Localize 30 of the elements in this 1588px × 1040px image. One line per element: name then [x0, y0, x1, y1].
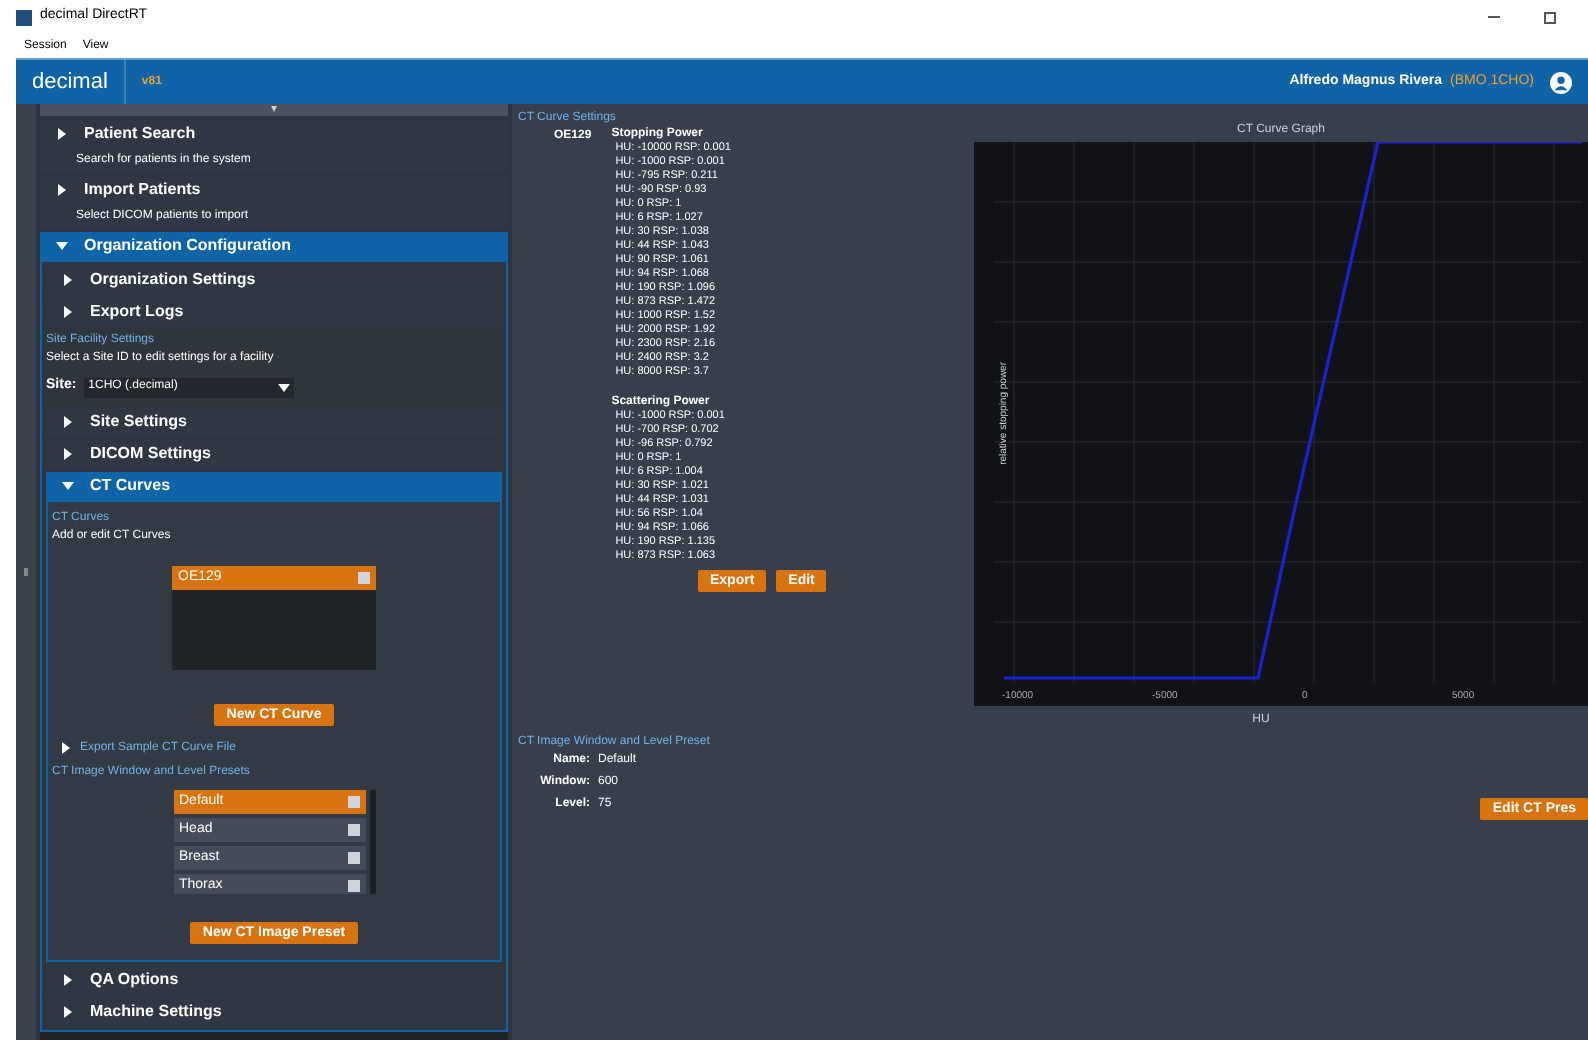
caret-right-icon [62, 447, 74, 460]
caret-right-icon [62, 306, 74, 319]
user-icon[interactable] [1550, 71, 1572, 93]
section-header[interactable]: QA Options [46, 965, 502, 994]
section-header[interactable]: Organization Settings [46, 266, 502, 295]
section-header[interactable]: CT Curves [46, 471, 502, 500]
close-icon[interactable] [347, 823, 359, 836]
section-header[interactable]: Patient Search [40, 120, 508, 149]
caret-down-icon [278, 381, 291, 394]
section-header[interactable]: Machine Settings [46, 997, 502, 1026]
caret-right-icon [62, 274, 74, 287]
caret-right-icon [62, 973, 74, 986]
caret-down-icon [56, 240, 68, 253]
section-header[interactable]: Organization Configuration [40, 232, 508, 261]
scrollbar[interactable] [369, 789, 375, 894]
expand-handle-icon[interactable] [24, 568, 28, 576]
caret-right-icon [56, 128, 68, 141]
caret-right-icon [60, 742, 72, 755]
section-header[interactable]: Site Settings [46, 407, 502, 436]
close-icon[interactable] [347, 879, 359, 892]
caret-down-icon [62, 479, 74, 492]
app-icon [16, 9, 32, 25]
section-header[interactable]: DICOM Settings [46, 439, 502, 468]
section-header[interactable]: Export Logs [46, 298, 502, 327]
close-icon[interactable] [347, 851, 359, 864]
caret-right-icon [56, 184, 68, 197]
caret-right-icon [62, 1005, 74, 1018]
caret-right-icon [62, 415, 74, 428]
section-header[interactable]: Import Patients [40, 176, 508, 205]
maximize-icon[interactable] [1544, 11, 1556, 23]
